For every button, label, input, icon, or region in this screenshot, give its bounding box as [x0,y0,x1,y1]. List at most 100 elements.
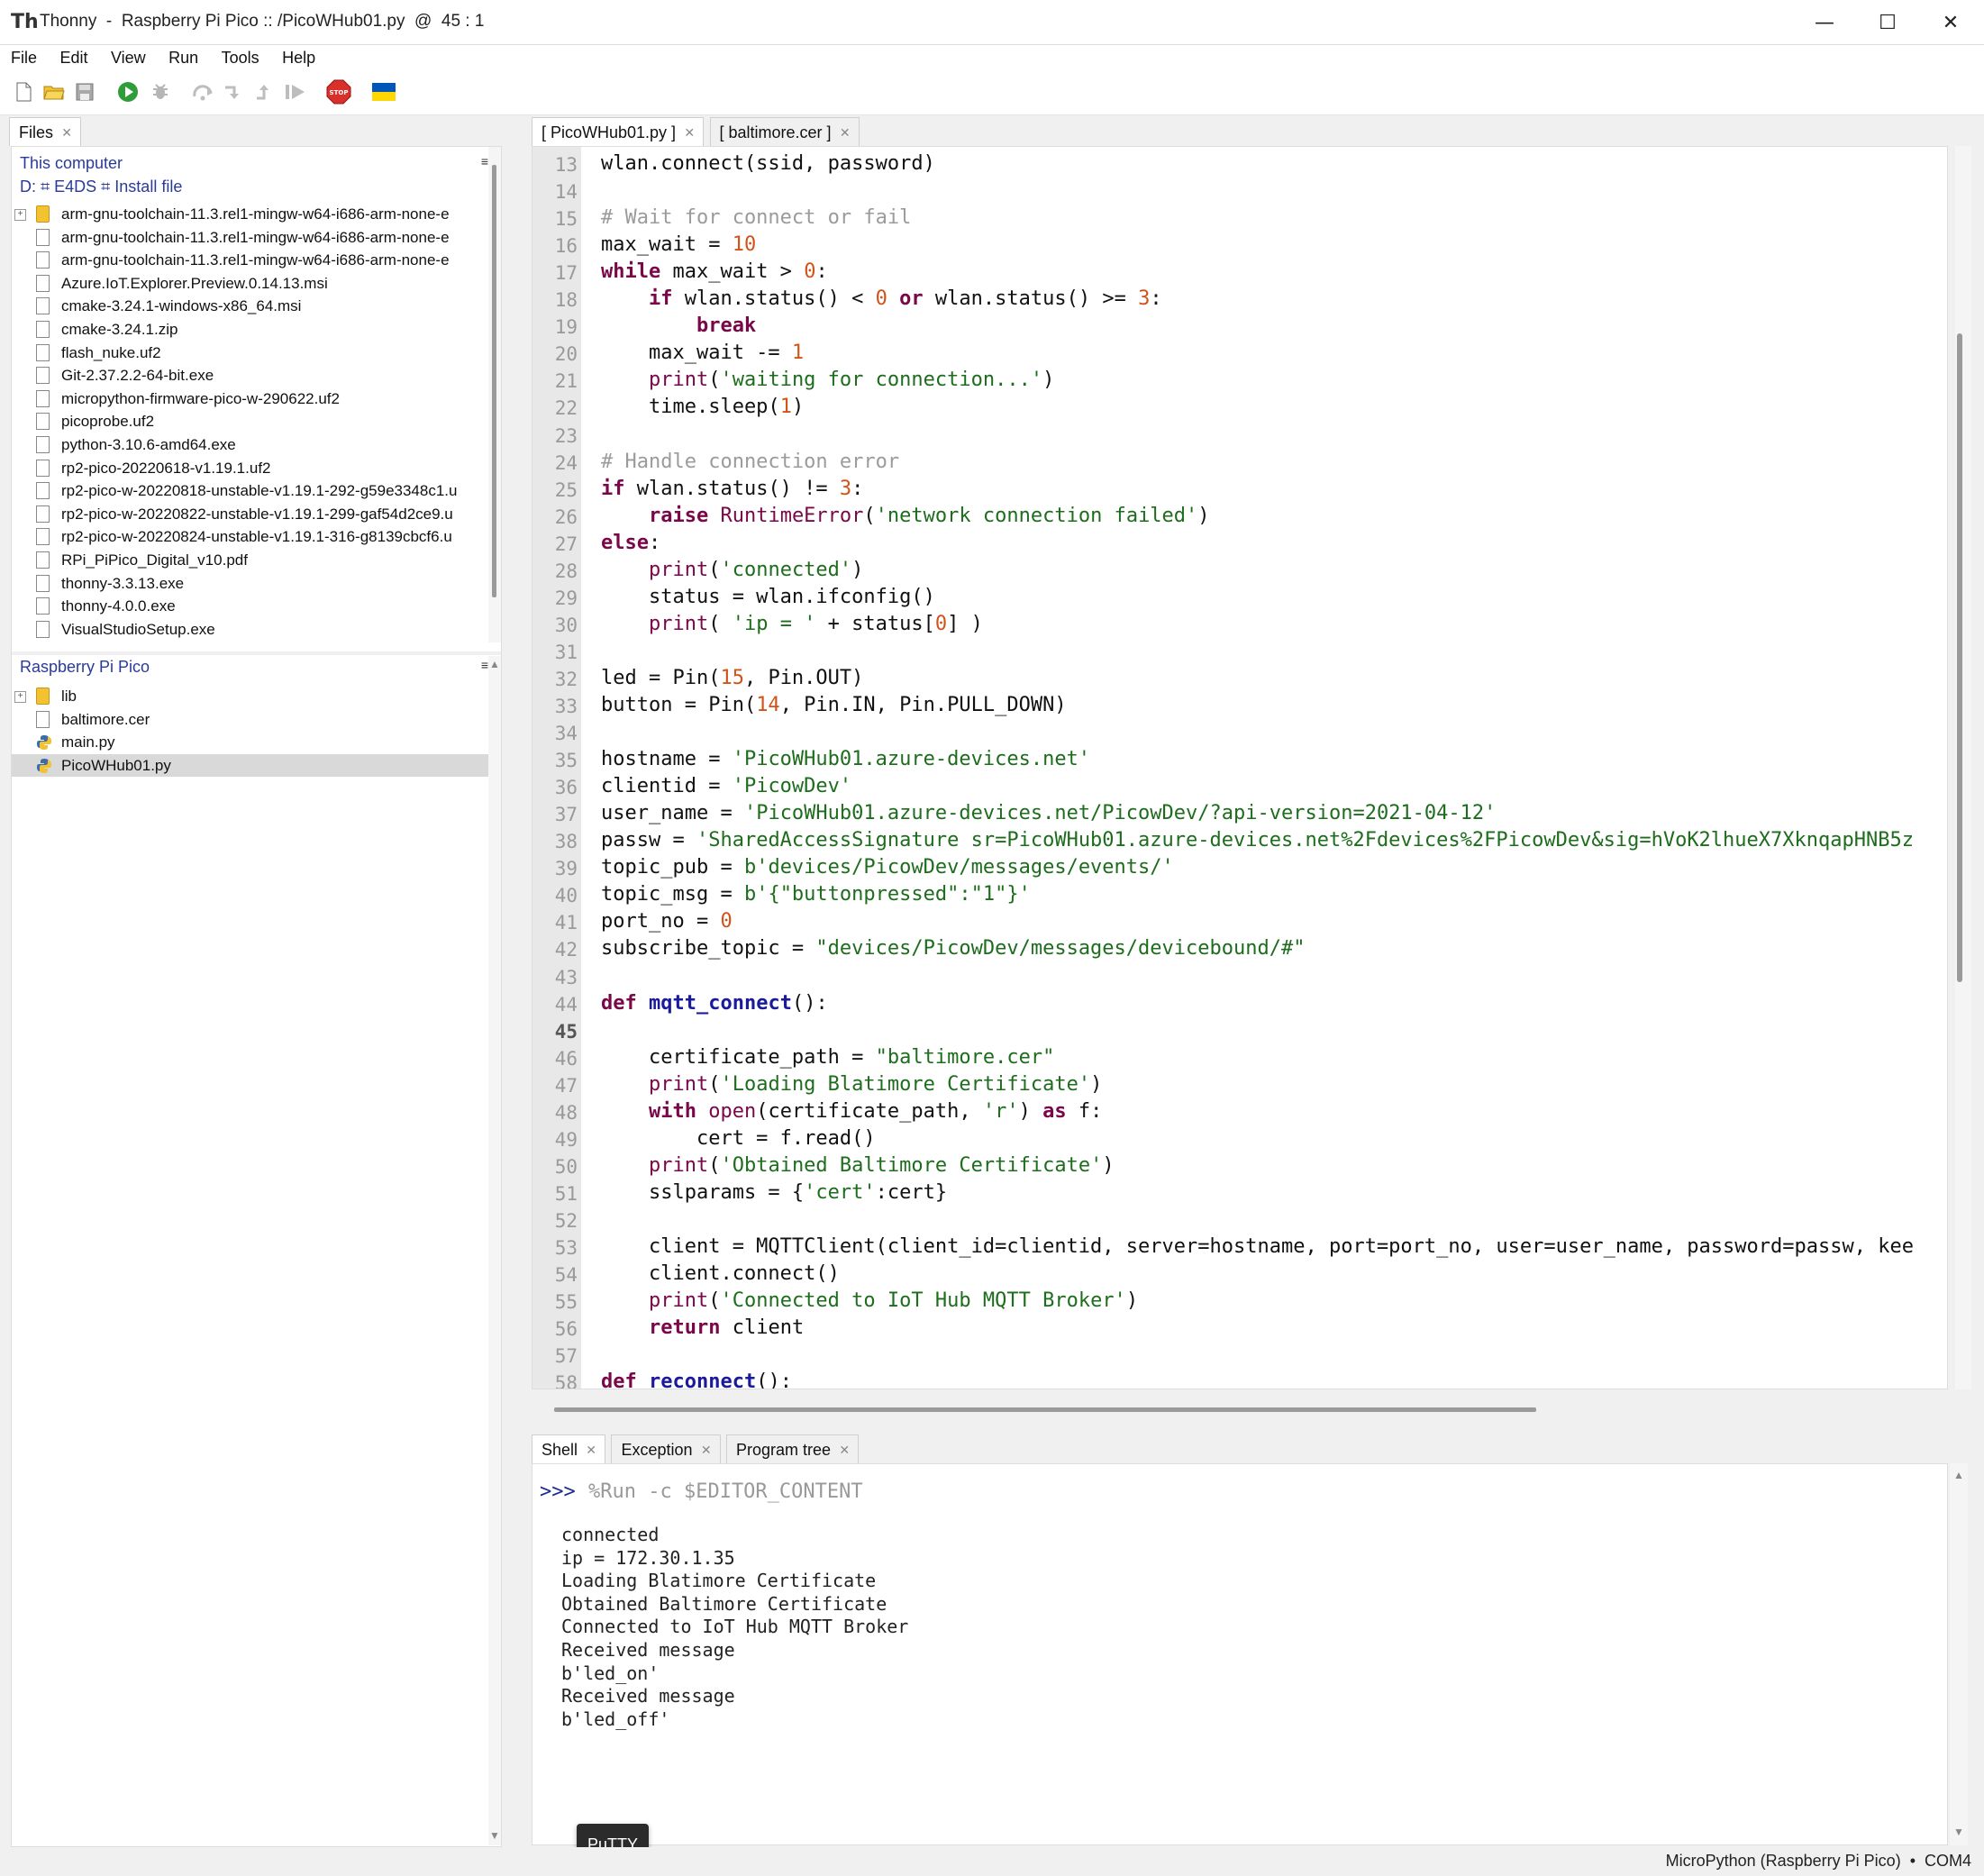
code-line[interactable]: return client [601,1316,804,1339]
tab-baltimore[interactable]: [ baltimore.cer ] ✕ [709,117,860,147]
code-line[interactable]: topic_msg = b'{"buttonpressed":"1"}' [601,883,1031,906]
file-row[interactable]: micropython-firmware-pico-w-290622.uf2 [12,387,495,411]
scroll-up-icon[interactable]: ▲ [1953,1469,1964,1481]
code-line[interactable]: client.connect() [601,1262,840,1285]
tab-exception[interactable]: Exception ✕ [611,1434,721,1464]
code-line[interactable]: sslparams = {'cert':cert} [601,1181,947,1204]
code-line[interactable]: hostname = 'PicoWHub01.azure-devices.net… [601,748,1090,770]
code-line[interactable]: max_wait -= 1 [601,342,804,364]
file-row[interactable]: arm-gnu-toolchain-11.3.rel1-mingw-w64-i6… [12,249,495,272]
tab-shell[interactable]: Shell ✕ [532,1434,606,1463]
code-line[interactable]: user_name = 'PicoWHub01.azure-devices.ne… [601,802,1496,824]
pane-divider[interactable] [12,651,501,655]
close-button[interactable]: ✕ [1919,0,1982,45]
code-line[interactable]: def reconnect(): [601,1371,792,1389]
run-icon[interactable] [115,79,141,105]
file-row[interactable]: Azure.IoT.Explorer.Preview.0.14.13.msi [12,272,495,296]
menu-help[interactable]: Help [271,45,323,68]
file-row[interactable]: python-3.10.6-amd64.exe [12,433,495,457]
code-line[interactable]: topic_pub = b'devices/PicowDev/messages/… [601,856,1174,879]
file-row[interactable]: RPi_PiPico_Digital_v10.pdf [12,549,495,572]
file-row[interactable]: rp2-pico-w-20220818-unstable-v1.19.1-292… [12,479,495,503]
scroll-down-icon[interactable]: ▼ [489,1829,500,1842]
file-row[interactable]: rp2-pico-w-20220822-unstable-v1.19.1-299… [12,503,495,526]
scroll-up-icon[interactable]: ▲ [489,658,500,670]
file-row[interactable]: Git-2.37.2.2-64-bit.exe [12,364,495,387]
menu-tools[interactable]: Tools [211,45,268,68]
debug-icon[interactable] [148,79,173,105]
minimize-button[interactable]: — [1793,0,1856,45]
code-line[interactable]: # Handle connection error [601,451,899,473]
menu-run[interactable]: Run [158,45,206,68]
code-line[interactable]: print('Loading Blatimore Certificate') [601,1073,1102,1096]
file-row[interactable]: rp2-pico-w-20220824-unstable-v1.19.1-316… [12,525,495,549]
scroll-down-icon[interactable]: ▼ [1953,1826,1964,1838]
close-icon[interactable]: ✕ [701,1435,712,1464]
code-line[interactable]: wlan.connect(ssid, password) [601,152,935,175]
stop-icon[interactable]: STOP [326,79,351,105]
step-out-icon[interactable] [252,79,278,105]
expand-icon[interactable]: + [14,209,26,221]
file-row[interactable]: flash_nuke.uf2 [12,342,495,365]
code-line[interactable]: client = MQTTClient(client_id=clientid, … [601,1235,1914,1258]
close-icon[interactable]: ✕ [684,118,695,147]
step-into-icon[interactable] [222,79,247,105]
expand-icon[interactable]: + [14,691,26,703]
file-row[interactable]: main.py [12,731,495,754]
code-line[interactable]: button = Pin(14, Pin.IN, Pin.PULL_DOWN) [601,694,1067,716]
file-row[interactable]: thonny-4.0.0.exe [12,595,495,618]
step-over-icon[interactable] [191,79,216,105]
file-row[interactable]: VisualStudioSetup.exe [12,618,495,642]
file-row[interactable]: PicoWHub01.py [12,753,495,778]
close-icon[interactable]: ✕ [839,1435,850,1464]
code-line[interactable]: print('Connected to IoT Hub MQTT Broker'… [601,1289,1138,1312]
code-line[interactable]: passw = 'SharedAccessSignature sr=PicoWH… [601,829,1914,851]
file-row[interactable]: + lib [12,685,495,708]
code-line[interactable]: def mqtt_connect(): [601,992,828,1015]
file-row[interactable]: rp2-pico-20220618-v1.19.1.uf2 [12,457,495,480]
code-line[interactable]: cert = f.read() [601,1127,876,1150]
code-line[interactable]: else: [601,532,660,554]
code-line[interactable]: certificate_path = "baltimore.cer" [601,1046,1054,1069]
file-row[interactable]: thonny-3.3.13.exe [12,572,495,596]
shell-scrollbar[interactable]: ▲ ▼ [1950,1463,1968,1845]
code-line[interactable]: break [601,314,756,337]
file-row[interactable]: cmake-3.24.1-windows-x86_64.msi [12,295,495,318]
code-line[interactable]: led = Pin(15, Pin.OUT) [601,667,863,689]
menu-icon[interactable]: ≡ [481,154,488,168]
breadcrumb[interactable]: D: ⌗ E4DS ⌗ Install file [20,178,182,196]
code-line[interactable]: print('Obtained Baltimore Certificate') [601,1154,1115,1177]
code-line[interactable]: if wlan.status() != 3: [601,478,863,500]
code-line[interactable]: port_no = 0 [601,910,733,933]
files-scrollbar[interactable] [488,147,501,642]
code-line[interactable]: while max_wait > 0: [601,260,828,283]
code-line[interactable]: raise RuntimeError('network connection f… [601,505,1210,527]
file-row[interactable]: picoprobe.uf2 [12,410,495,433]
pico-scrollbar[interactable]: ▲ ▼ [488,656,501,1845]
close-icon[interactable]: ✕ [840,118,851,147]
code-line[interactable]: clientid = 'PicowDev' [601,775,851,797]
maximize-button[interactable]: ☐ [1856,0,1919,45]
ukraine-flag-icon[interactable] [371,79,396,105]
code-line[interactable]: status = wlan.ifconfig() [601,586,935,608]
close-icon[interactable]: ✕ [61,118,72,147]
code-line[interactable]: with open(certificate_path, 'r') as f: [601,1100,1102,1123]
editor-vertical-scrollbar-thumb[interactable] [1957,333,1962,982]
new-file-icon[interactable] [11,79,36,105]
code-line[interactable]: time.sleep(1) [601,396,804,418]
menu-edit[interactable]: Edit [49,45,96,68]
code-line[interactable]: max_wait = 10 [601,233,756,256]
shell-console[interactable]: >>> %Run -c $EDITOR_CONTENT connected ip … [532,1463,1948,1845]
file-row[interactable]: cmake-3.24.1.zip [12,318,495,342]
code-editor[interactable]: 13 14 15 16 17 18 19 20 21 22 23 24 25 26 27 28 29 30 31 32… [532,146,1948,1389]
editor-horizontal-scrollbar-thumb[interactable] [554,1407,1536,1412]
tab-picowhub01[interactable]: [ PicoWHub01.py ] ✕ [532,117,705,147]
interpreter-status[interactable]: MicroPython (Raspberry Pi Pico) • COM4 [1666,1852,1971,1871]
code-line[interactable]: print( 'ip = ' + status[0] ) [601,613,983,635]
file-row[interactable]: baltimore.cer [12,708,495,732]
tab-program-tree[interactable]: Program tree ✕ [726,1434,860,1464]
code-line[interactable]: # Wait for connect or fail [601,206,911,229]
code-line[interactable]: print('connected') [601,559,863,581]
files-scrollbar-thumb[interactable] [492,165,496,597]
save-icon[interactable] [72,79,97,105]
